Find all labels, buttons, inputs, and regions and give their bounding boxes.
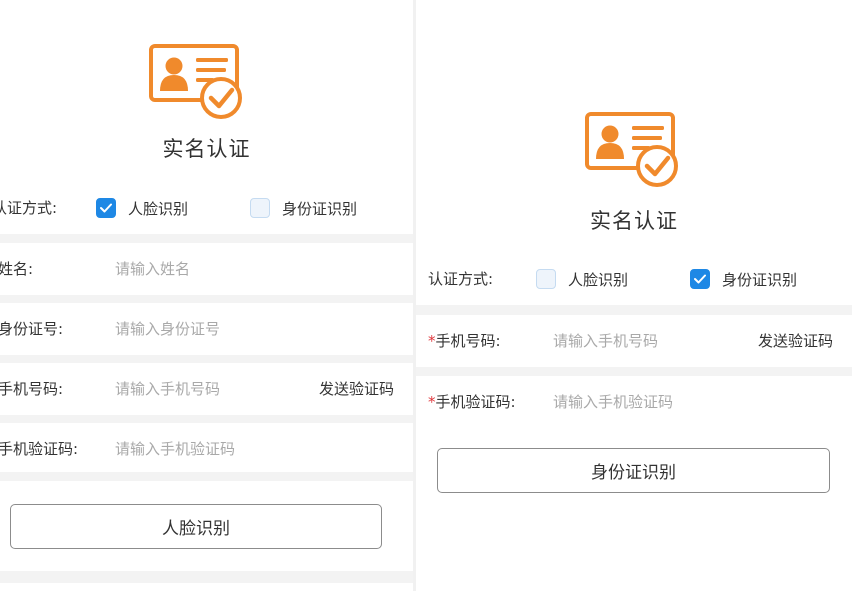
sms-code-input[interactable] (115, 434, 395, 464)
phone-row: *手机号码: 发送验证码 (416, 315, 852, 367)
phone-label: 手机号码: (0, 380, 64, 398)
sms-code-row: *手机验证码: (416, 376, 852, 428)
checkbox-unchecked-icon (250, 198, 270, 218)
send-code-button[interactable]: 发送验证码 (319, 363, 394, 415)
phone-input[interactable] (553, 326, 743, 356)
verification-method-row: 认证方式: 人脸识别 身份证识别 (416, 253, 852, 305)
name-row: 姓名: (0, 243, 413, 295)
method-label: 认证方式: (428, 270, 494, 288)
separator (0, 415, 413, 423)
separator (416, 305, 852, 315)
phone-input[interactable] (115, 374, 305, 404)
sms-code-row: 手机验证码: (0, 423, 413, 475)
checkbox-unchecked-icon (536, 269, 556, 289)
send-code-button[interactable]: 发送验证码 (758, 315, 833, 367)
face-verification-screen: 实名认证 认证方式: 人脸识别 身份证识别 姓名: 身份证号: 手机号码: 发送… (0, 0, 413, 591)
checkbox-checked-icon (96, 198, 116, 218)
sms-code-label: *手机验证码: (428, 393, 516, 411)
separator (0, 571, 413, 583)
name-label: 姓名: (0, 260, 34, 278)
id-number-row: 身份证号: (0, 303, 413, 355)
name-input[interactable] (115, 254, 395, 284)
id-card-verified-icon (149, 44, 242, 119)
id-card-verified-icon (585, 112, 678, 187)
id-number-label: 身份证号: (0, 320, 64, 338)
checkbox-checked-icon (690, 269, 710, 289)
required-mark: * (428, 393, 436, 411)
id-card-recognition-option[interactable]: 身份证识别 (690, 253, 797, 305)
id-card-verification-screen: 实名认证 认证方式: 人脸识别 身份证识别 *手机号码: 发送验证码 *手机验证… (416, 0, 852, 591)
separator (0, 234, 413, 243)
id-card-recognition-option[interactable]: 身份证识别 (250, 182, 357, 234)
phone-row: 手机号码: 发送验证码 (0, 363, 413, 415)
page-title: 实名认证 (590, 209, 678, 233)
page-title: 实名认证 (162, 137, 251, 161)
face-recognition-option[interactable]: 人脸识别 (96, 182, 188, 234)
sms-code-input[interactable] (553, 387, 833, 417)
separator (416, 367, 852, 376)
sms-code-label: 手机验证码: (0, 440, 79, 458)
verification-method-row: 认证方式: 人脸识别 身份证识别 (0, 182, 413, 234)
phone-label: *手机号码: (428, 332, 501, 350)
required-mark: * (428, 332, 436, 350)
face-recognition-option[interactable]: 人脸识别 (536, 253, 628, 305)
face-recognition-button[interactable]: 人脸识别 (10, 504, 382, 549)
method-label: 认证方式: (0, 199, 58, 217)
id-number-input[interactable] (115, 314, 395, 344)
separator (0, 355, 413, 363)
id-card-recognition-button[interactable]: 身份证识别 (437, 448, 830, 493)
separator (0, 472, 413, 481)
separator (0, 295, 413, 303)
